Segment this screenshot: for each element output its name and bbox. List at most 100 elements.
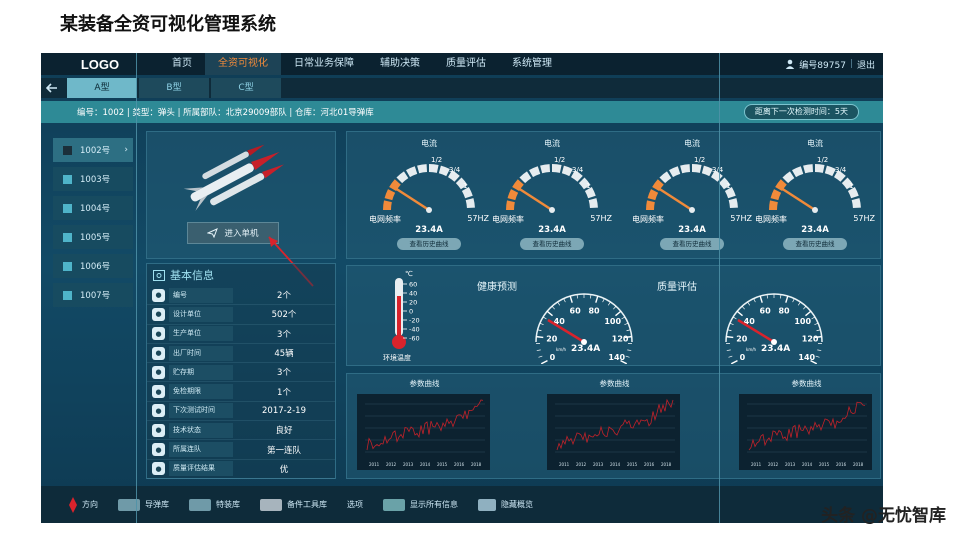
- dial-segment: [438, 165, 450, 177]
- health-forecast-label: 健康预测: [477, 282, 517, 293]
- speedo-tick: [537, 329, 542, 332]
- device-item[interactable]: 1005号: [53, 225, 133, 249]
- info-label: 编号: [169, 287, 233, 303]
- nav-daily-support[interactable]: 日常业务保障: [281, 53, 367, 75]
- speedo-tick: [602, 298, 605, 303]
- type-tab-row: A型 B型 C型: [41, 78, 883, 98]
- curve-year-label: 2016: [454, 462, 465, 467]
- spare-parts-depot-button[interactable]: 备件工具库: [260, 498, 327, 511]
- thermo-tick-label: -20: [409, 317, 420, 325]
- speedo-tick: [814, 322, 819, 326]
- tab-type-a[interactable]: A型: [67, 78, 137, 98]
- dial-segment: [833, 170, 846, 182]
- nav-quality-evaluation[interactable]: 质量评估: [433, 53, 499, 75]
- info-label: 下次测试时间: [169, 403, 233, 419]
- dial-segment: [824, 165, 836, 177]
- device-item[interactable]: 1002号 ›: [53, 138, 133, 162]
- logout-link[interactable]: 退出: [857, 58, 875, 71]
- dial-segment: [529, 166, 541, 178]
- device-item[interactable]: 1003号: [53, 167, 133, 191]
- speedo-tick: [816, 329, 821, 332]
- curve-year-label: 2013: [403, 462, 414, 467]
- square-icon: [63, 290, 72, 300]
- device-item[interactable]: 1007号: [53, 283, 133, 307]
- show-all-info-button[interactable]: 显示所有信息: [383, 498, 458, 511]
- warehouse-icon: [189, 498, 211, 511]
- top-navigation: LOGO 首页 全资可视化 日常业务保障 辅助决策 质量评估 系统管理 编号89…: [41, 53, 883, 75]
- curve-year-label: 2016: [644, 462, 655, 467]
- curve-chart: 2011 2012 2013 2014 2015 2016 2018: [739, 394, 872, 470]
- gauge-value: 23.4A: [801, 225, 829, 235]
- special-depot-button[interactable]: 特装库: [189, 498, 240, 511]
- info-row: ● 质量评估结果 优: [147, 460, 335, 479]
- options-button[interactable]: 选项: [347, 499, 363, 510]
- curve-background: [739, 394, 872, 470]
- gauge-value: 23.4A: [678, 225, 706, 235]
- curve-year-label: 2013: [593, 462, 604, 467]
- dial-segment: [383, 200, 392, 211]
- info-label: 生产单位: [169, 326, 233, 342]
- info-value: 2个: [277, 291, 291, 302]
- speedo-tick: [624, 322, 629, 326]
- dial-hub: [549, 207, 555, 213]
- info-row: ● 贮存期 3个: [147, 363, 335, 383]
- info-card-icon: [153, 269, 165, 281]
- info-row: ● 技术状态 良好: [147, 421, 335, 441]
- missile-depot-button[interactable]: 导弹库: [118, 498, 169, 511]
- dial-hub: [812, 207, 818, 213]
- dial-needle: [780, 186, 816, 212]
- dial-segment: [384, 189, 396, 201]
- info-label: 技术状态: [169, 422, 233, 438]
- dial-segment: [519, 171, 532, 184]
- dial-tick-label: 1/2: [694, 156, 705, 164]
- device-item[interactable]: 1004号: [53, 196, 133, 220]
- speedo-tick: [538, 355, 543, 358]
- speedo-tick: [728, 355, 733, 358]
- dial-segment: [647, 189, 659, 201]
- dial-segment: [561, 165, 573, 177]
- thermo-tick-label: -60: [409, 335, 420, 343]
- basic-info-title: 基本信息: [170, 269, 214, 282]
- dial-segment: [406, 166, 418, 178]
- speedo-tick: [607, 301, 611, 306]
- nav-home[interactable]: 首页: [159, 53, 205, 75]
- dial-segment: [588, 198, 598, 209]
- curve-year-label: 2018: [471, 462, 482, 467]
- tab-type-b[interactable]: B型: [139, 78, 209, 98]
- device-item[interactable]: 1006号: [53, 254, 133, 278]
- toolbar-label: 特装库: [216, 500, 240, 509]
- view-history-button[interactable]: 查看历史曲线: [660, 238, 724, 250]
- speedo-tick: [613, 305, 617, 310]
- view-history-button[interactable]: 查看历史曲线: [397, 238, 461, 250]
- current-gauges-panel: 电流 电网频率 57HZ 23.4A 查看历史曲线 1/2 3/4 1 电流 电网频率 57HZ 23…: [346, 131, 881, 259]
- square-icon: [63, 232, 72, 242]
- toolbar-label: 方向: [82, 500, 98, 509]
- device-label: 1005号: [80, 233, 111, 243]
- bottom-toolbar: 方向 导弹库 特装库 备件工具库 选项 显示所有信息 隐藏概览: [41, 486, 883, 523]
- nav-asset-visualization[interactable]: 全资可视化: [205, 53, 281, 75]
- logo: LOGO: [80, 56, 120, 72]
- speedo-tick: [625, 355, 630, 358]
- back-arrow-icon[interactable]: [41, 78, 63, 98]
- app-window: LOGO 首页 全资可视化 日常业务保障 辅助决策 质量评估 系统管理 编号89…: [41, 53, 883, 523]
- device-label: 1007号: [80, 291, 111, 301]
- info-value: 第一连队: [266, 445, 301, 456]
- device-label: 1003号: [80, 175, 111, 185]
- current-gauge: 电流 电网频率 57HZ 23.4A 查看历史曲线 1/2 3/4 1: [369, 138, 489, 250]
- user-id[interactable]: 编号89757: [799, 58, 846, 71]
- thermo-tick-label: 20: [409, 299, 417, 307]
- info-row-icon: ●: [152, 404, 165, 418]
- speedo-tick: [747, 301, 751, 306]
- tools-warehouse-icon: [260, 498, 282, 511]
- view-history-button[interactable]: 查看历史曲线: [783, 238, 847, 250]
- view-history-button[interactable]: 查看历史曲线: [520, 238, 584, 250]
- direction-button[interactable]: 方向: [69, 496, 98, 513]
- hide-overview-button[interactable]: 隐藏概览: [478, 498, 533, 511]
- curve-title: 参数曲线: [409, 379, 440, 388]
- tab-type-c[interactable]: C型: [211, 78, 281, 98]
- nav-decision-support[interactable]: 辅助决策: [367, 53, 433, 75]
- info-value: 良好: [275, 426, 293, 437]
- nav-system-management[interactable]: 系统管理: [499, 53, 565, 75]
- dial-segment: [570, 170, 583, 182]
- dial-tick-label: 1: [849, 182, 853, 190]
